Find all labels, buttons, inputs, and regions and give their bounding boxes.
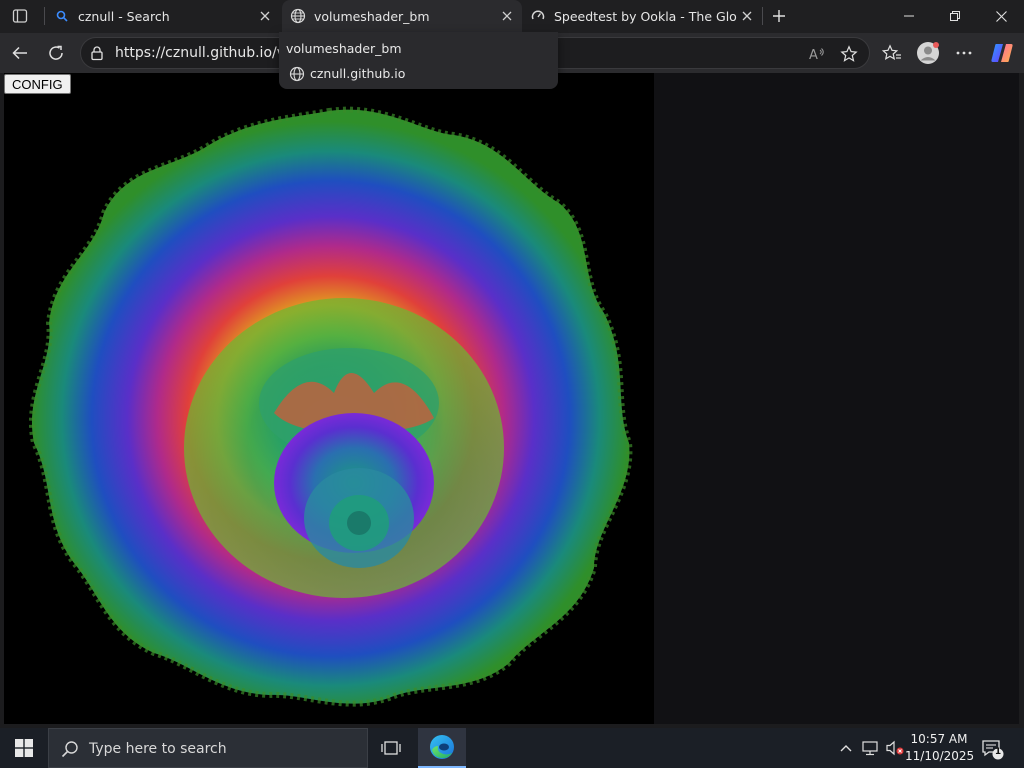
chevron-up-icon	[840, 745, 852, 752]
site-info-icon[interactable]	[89, 45, 105, 61]
tab-separator	[762, 7, 763, 25]
task-view-icon	[381, 741, 401, 755]
taskbar-search-box[interactable]: Type here to search	[48, 728, 368, 768]
search-placeholder: Type here to search	[89, 741, 227, 757]
tab-title: volumeshader_bm	[314, 8, 430, 24]
edge-icon	[430, 735, 454, 759]
search-icon	[54, 8, 70, 24]
page-content: CONFIG	[4, 73, 1019, 724]
clock[interactable]: 10:57 AM 11/10/2025	[905, 731, 975, 765]
tab-actions-button[interactable]	[6, 4, 34, 28]
notification-center-button[interactable]: 1	[980, 737, 1004, 761]
task-view-button[interactable]	[378, 736, 404, 760]
plus-icon	[773, 10, 785, 22]
windows-logo-icon	[15, 739, 33, 757]
restore-icon	[950, 11, 960, 21]
tab-title: cznull - Search	[78, 8, 170, 24]
tab-separator	[44, 7, 45, 25]
config-button[interactable]: CONFIG	[4, 74, 71, 94]
tab-hover-card: volumeshader_bm cznull.github.io	[279, 32, 558, 89]
network-button[interactable]	[861, 738, 881, 758]
close-window-button[interactable]	[978, 0, 1024, 32]
notification-count-badge: 1	[994, 747, 1002, 757]
avatar-icon	[917, 42, 939, 64]
close-tab-icon[interactable]	[256, 7, 274, 25]
volume-button[interactable]	[885, 738, 905, 758]
start-button[interactable]	[0, 728, 48, 768]
copilot-icon	[991, 44, 1013, 62]
tab-actions-icon	[12, 9, 28, 23]
refresh-icon	[49, 45, 63, 60]
star-icon[interactable]	[839, 44, 859, 64]
minimize-icon	[904, 15, 914, 17]
tab-title: Speedtest by Ookla - The Global Broadban…	[554, 8, 738, 24]
copilot-button[interactable]	[988, 39, 1016, 67]
restore-button[interactable]	[932, 0, 978, 32]
new-tab-button[interactable]	[768, 5, 790, 27]
fractal-render-image	[28, 106, 633, 707]
refresh-button[interactable]	[42, 39, 70, 67]
favorites-icon	[882, 44, 901, 61]
more-icon	[956, 51, 972, 55]
browser-window: cznull - Search volumeshader_bm Speedtes…	[0, 0, 1024, 768]
tab-search[interactable]: cznull - Search	[46, 0, 280, 32]
close-icon	[995, 10, 1007, 22]
settings-menu-button[interactable]	[950, 39, 978, 67]
back-button[interactable]	[6, 39, 34, 67]
close-tab-icon[interactable]	[738, 7, 756, 25]
globe-icon	[290, 8, 306, 24]
shader-canvas[interactable]	[4, 73, 654, 724]
profile-button[interactable]	[914, 39, 942, 67]
edge-taskbar-button[interactable]	[418, 728, 466, 768]
show-hidden-icons-button[interactable]	[836, 738, 856, 758]
speaker-muted-icon	[886, 740, 904, 756]
minimize-button[interactable]	[886, 0, 932, 32]
favorites-button[interactable]	[878, 39, 906, 67]
search-icon	[61, 741, 78, 758]
svg-text:A: A	[809, 48, 818, 62]
network-icon	[862, 741, 878, 756]
tab-volumeshader[interactable]: volumeshader_bm	[282, 0, 522, 32]
windows-taskbar: Type here to search 10:57 AM 11/10/2025 …	[0, 728, 1024, 768]
tab-strip: cznull - Search volumeshader_bm Speedtes…	[0, 0, 1024, 33]
clock-time: 10:57 AM	[910, 732, 968, 746]
hover-card-title: volumeshader_bm	[286, 41, 402, 56]
speedometer-icon	[530, 8, 546, 24]
arrow-left-icon	[12, 46, 27, 60]
globe-icon	[289, 66, 305, 82]
read-aloud-icon[interactable]: A	[807, 44, 827, 64]
hover-card-domain: cznull.github.io	[310, 66, 406, 81]
tab-speedtest[interactable]: Speedtest by Ookla - The Global Broadban…	[522, 0, 762, 32]
clock-date: 11/10/2025	[905, 749, 975, 763]
close-tab-icon[interactable]	[498, 7, 516, 25]
